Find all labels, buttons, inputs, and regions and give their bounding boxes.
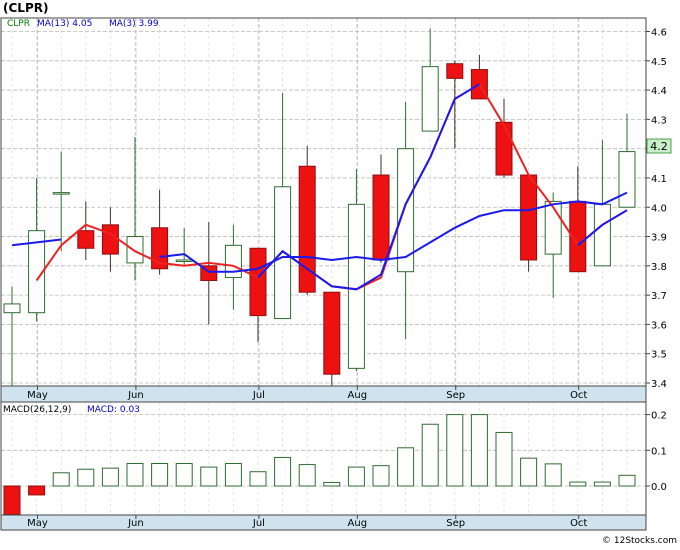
macd-bar bbox=[52, 472, 70, 487]
macd-bar bbox=[397, 447, 415, 487]
stock-chart: 3.43.53.63.73.83.94.04.14.24.34.44.54.6 … bbox=[0, 0, 680, 546]
macd-bar bbox=[3, 485, 21, 516]
legend-ma13: MA(13) 4.05 bbox=[37, 19, 92, 29]
candle-body-up bbox=[421, 66, 439, 132]
month-label: Sep bbox=[446, 518, 465, 529]
month-label: Jul bbox=[252, 390, 265, 401]
macd-bar bbox=[224, 463, 242, 487]
price-tick-label: 3.5 bbox=[651, 350, 667, 361]
candle-body-down bbox=[323, 291, 341, 375]
macd-bar bbox=[446, 414, 464, 487]
candle-body-down bbox=[520, 174, 538, 261]
month-label: Jul bbox=[252, 518, 265, 529]
chart-stage: 3.43.53.63.73.83.94.04.14.24.34.44.54.6 … bbox=[0, 0, 680, 546]
macd-bar bbox=[175, 463, 193, 487]
candle-body-down bbox=[101, 224, 119, 255]
candle-body-up bbox=[224, 244, 242, 279]
watermark: © 12Stocks.com bbox=[602, 536, 677, 546]
candle-body-down bbox=[446, 63, 464, 79]
macd-bar bbox=[618, 474, 636, 487]
macd-bar bbox=[249, 471, 267, 487]
price-tick-label: 3.9 bbox=[651, 233, 667, 244]
price-tick-label: 3.4 bbox=[651, 379, 667, 390]
macd-bar bbox=[593, 481, 611, 487]
macd-bar bbox=[372, 465, 390, 487]
candle bbox=[520, 174, 538, 272]
macd-bar bbox=[77, 468, 95, 487]
macd-bar bbox=[274, 456, 292, 487]
macd-bar bbox=[470, 414, 488, 487]
price-tick-label: 4.0 bbox=[651, 203, 667, 214]
macd-title: MACD(26,12,9) bbox=[3, 405, 71, 415]
candle-body-up bbox=[175, 259, 193, 262]
legend-ma3: MA(3) 3.99 bbox=[109, 19, 159, 29]
macd-bar bbox=[347, 466, 365, 487]
macd-bar bbox=[151, 463, 169, 487]
price-tick-label: 4.4 bbox=[651, 86, 667, 97]
macd-bar bbox=[569, 481, 587, 487]
price-tick-label: 4.5 bbox=[651, 57, 667, 68]
candle-body-down bbox=[77, 230, 95, 249]
macd-bar bbox=[101, 467, 119, 487]
month-label: Aug bbox=[348, 518, 368, 529]
candle-body-down bbox=[495, 121, 513, 176]
price-legend: CLPR MA(13) 4.05 MA(3) 3.99 bbox=[7, 19, 159, 29]
candle-body-down bbox=[249, 247, 267, 317]
candle-body-up bbox=[544, 200, 562, 255]
last-price-label: 4.2 bbox=[650, 140, 668, 153]
month-label: Jun bbox=[127, 390, 144, 401]
macd-month-band bbox=[0, 514, 647, 531]
chart-title: (CLPR) bbox=[3, 1, 48, 15]
month-label: May bbox=[27, 390, 48, 401]
macd-bar bbox=[126, 463, 144, 487]
macd-tick-label: 0.1 bbox=[651, 446, 667, 457]
macd-bar bbox=[323, 481, 341, 487]
macd-tick-label: 0.2 bbox=[651, 411, 667, 422]
macd-bar bbox=[298, 464, 316, 487]
month-label: Aug bbox=[348, 390, 368, 401]
price-tick-label: 3.8 bbox=[651, 262, 667, 273]
macd-bar bbox=[200, 466, 218, 487]
price-tick-label: 3.7 bbox=[651, 291, 667, 302]
macd-bar bbox=[520, 457, 538, 487]
price-tick-label: 4.6 bbox=[651, 28, 667, 39]
month-label: Oct bbox=[570, 518, 587, 529]
month-label: Oct bbox=[570, 390, 587, 401]
macd-bar bbox=[495, 431, 513, 487]
candle-body-up bbox=[618, 151, 636, 208]
candle-body-up bbox=[52, 192, 70, 195]
legend-ticker: CLPR bbox=[7, 19, 30, 29]
macd-bar bbox=[421, 423, 439, 487]
month-label: May bbox=[27, 518, 48, 529]
month-label: Sep bbox=[446, 390, 465, 401]
month-label: Jun bbox=[127, 518, 144, 529]
price-tick-label: 4.1 bbox=[651, 174, 667, 185]
last-price-tag: 4.2 bbox=[646, 138, 672, 154]
candle bbox=[323, 291, 341, 389]
candle-body-up bbox=[593, 203, 611, 267]
macd-bar bbox=[28, 485, 46, 496]
candle-body-down bbox=[372, 174, 390, 261]
macd-legend: MACD: 0.03 bbox=[87, 405, 140, 415]
candle-body-up bbox=[126, 236, 144, 264]
macd-bar bbox=[544, 463, 562, 487]
price-tick-label: 3.6 bbox=[651, 320, 667, 331]
price-month-band bbox=[0, 385, 647, 403]
macd-tick-label: 0.0 bbox=[651, 482, 667, 493]
candle-body-up bbox=[3, 303, 21, 314]
price-tick-label: 4.3 bbox=[651, 115, 667, 126]
